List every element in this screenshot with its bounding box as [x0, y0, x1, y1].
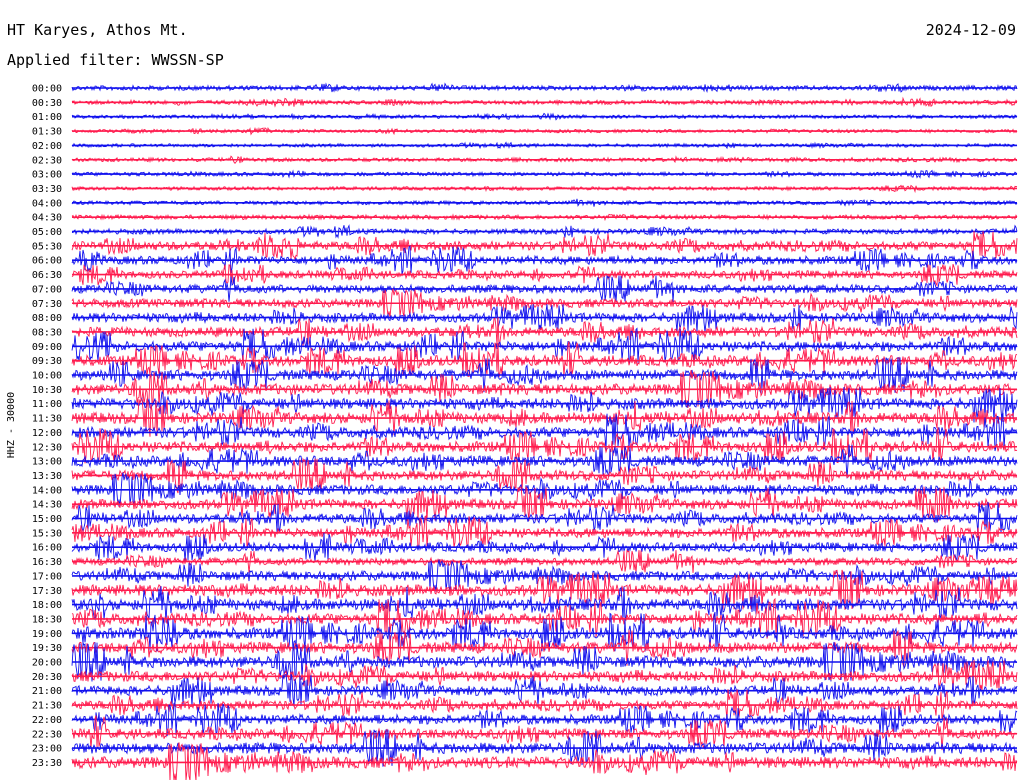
time-label: 13:00	[32, 457, 62, 468]
time-label: 20:00	[32, 658, 62, 669]
time-label: 02:00	[32, 141, 62, 152]
time-label: 20:30	[32, 672, 62, 683]
time-label: 16:00	[32, 543, 62, 554]
helicorder-plot: HHZ - 30000 00:00 00:30 01:00 01:30 02:00 02:…	[6, 82, 1018, 780]
time-label: 03:00	[32, 170, 62, 181]
trace-waveform	[71, 82, 1018, 93]
time-label: 11:30	[32, 414, 62, 425]
time-label: 09:30	[32, 356, 62, 367]
time-label: 00:00	[32, 84, 62, 95]
time-label: 01:00	[32, 112, 62, 123]
time-label: 08:00	[32, 313, 62, 324]
time-label: 09:00	[32, 342, 62, 353]
time-label: 06:00	[32, 256, 62, 267]
time-label: 23:00	[32, 744, 62, 755]
time-label: 01:30	[32, 127, 62, 138]
time-label: 04:00	[32, 198, 62, 209]
time-label: 15:30	[32, 528, 62, 539]
time-label: 05:00	[32, 227, 62, 238]
time-label: 21:30	[32, 701, 62, 712]
time-label: 07:00	[32, 284, 62, 295]
time-label: 14:00	[32, 485, 62, 496]
time-label: 17:30	[32, 586, 62, 597]
time-label: 12:30	[32, 442, 62, 453]
time-label: 19:00	[32, 629, 62, 640]
time-label: 00:30	[32, 98, 62, 109]
time-label: 18:00	[32, 600, 62, 611]
time-label: 12:00	[32, 428, 62, 439]
time-label: 10:30	[32, 385, 62, 396]
time-label: 05:30	[32, 241, 62, 252]
time-label: 13:30	[32, 471, 62, 482]
time-label: 07:30	[32, 299, 62, 310]
time-labels: 00:00 00:30 01:00 01:30 02:00 02:30 03:00 03:30…	[32, 84, 62, 769]
time-label: 04:30	[32, 213, 62, 224]
trace-waveform	[71, 304, 1018, 333]
time-label: 16:30	[32, 557, 62, 568]
time-label: 15:00	[32, 514, 62, 525]
time-label: 21:00	[32, 686, 62, 697]
time-label: 22:30	[32, 729, 62, 740]
channel-label: HHZ - 30000	[6, 392, 17, 458]
time-label: 18:30	[32, 614, 62, 625]
time-label: 19:30	[32, 643, 62, 654]
time-label: 10:00	[32, 371, 62, 382]
time-label: 11:00	[32, 399, 62, 410]
time-label: 22:00	[32, 715, 62, 726]
time-label: 17:00	[32, 571, 62, 582]
time-label: 23:30	[32, 758, 62, 769]
traces	[71, 82, 1018, 780]
time-label: 02:30	[32, 155, 62, 166]
time-label: 08:30	[32, 327, 62, 338]
time-label: 06:30	[32, 270, 62, 281]
time-label: 03:30	[32, 184, 62, 195]
time-label: 14:30	[32, 500, 62, 511]
